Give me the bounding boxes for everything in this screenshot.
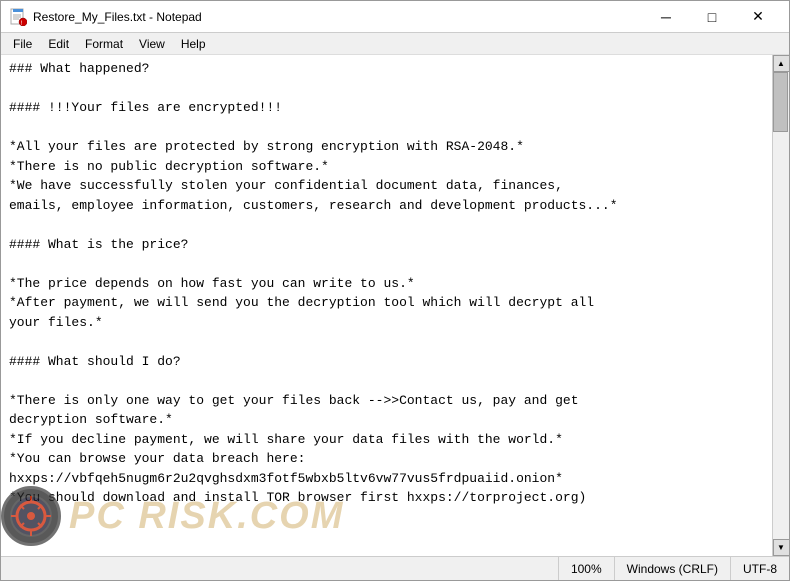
zoom-level: 100% (558, 557, 614, 580)
minimize-button[interactable]: ─ (643, 1, 689, 33)
status-bar: 100% Windows (CRLF) UTF-8 (1, 556, 789, 580)
title-bar: ! Restore_My_Files.txt - Notepad ─ □ ✕ (1, 1, 789, 33)
scrollbar-thumb[interactable] (773, 72, 788, 132)
menu-edit[interactable]: Edit (40, 35, 77, 53)
content-area: ### What happened? #### !!!Your files ar… (1, 55, 789, 556)
scroll-up-button[interactable]: ▲ (773, 55, 790, 72)
maximize-button[interactable]: □ (689, 1, 735, 33)
close-button[interactable]: ✕ (735, 1, 781, 33)
menu-bar: File Edit Format View Help (1, 33, 789, 55)
text-editor[interactable]: ### What happened? #### !!!Your files ar… (1, 55, 772, 556)
scrollbar[interactable]: ▲ ▼ (772, 55, 789, 556)
line-ending: Windows (CRLF) (614, 557, 730, 580)
app-icon: ! (9, 8, 27, 26)
scroll-down-button[interactable]: ▼ (773, 539, 790, 556)
menu-view[interactable]: View (131, 35, 173, 53)
window-controls: ─ □ ✕ (643, 1, 781, 33)
menu-help[interactable]: Help (173, 35, 214, 53)
notepad-window: ! Restore_My_Files.txt - Notepad ─ □ ✕ F… (0, 0, 790, 581)
encoding: UTF-8 (730, 557, 789, 580)
menu-format[interactable]: Format (77, 35, 131, 53)
menu-file[interactable]: File (5, 35, 40, 53)
scrollbar-track[interactable] (773, 72, 789, 539)
window-title: Restore_My_Files.txt - Notepad (33, 10, 643, 24)
